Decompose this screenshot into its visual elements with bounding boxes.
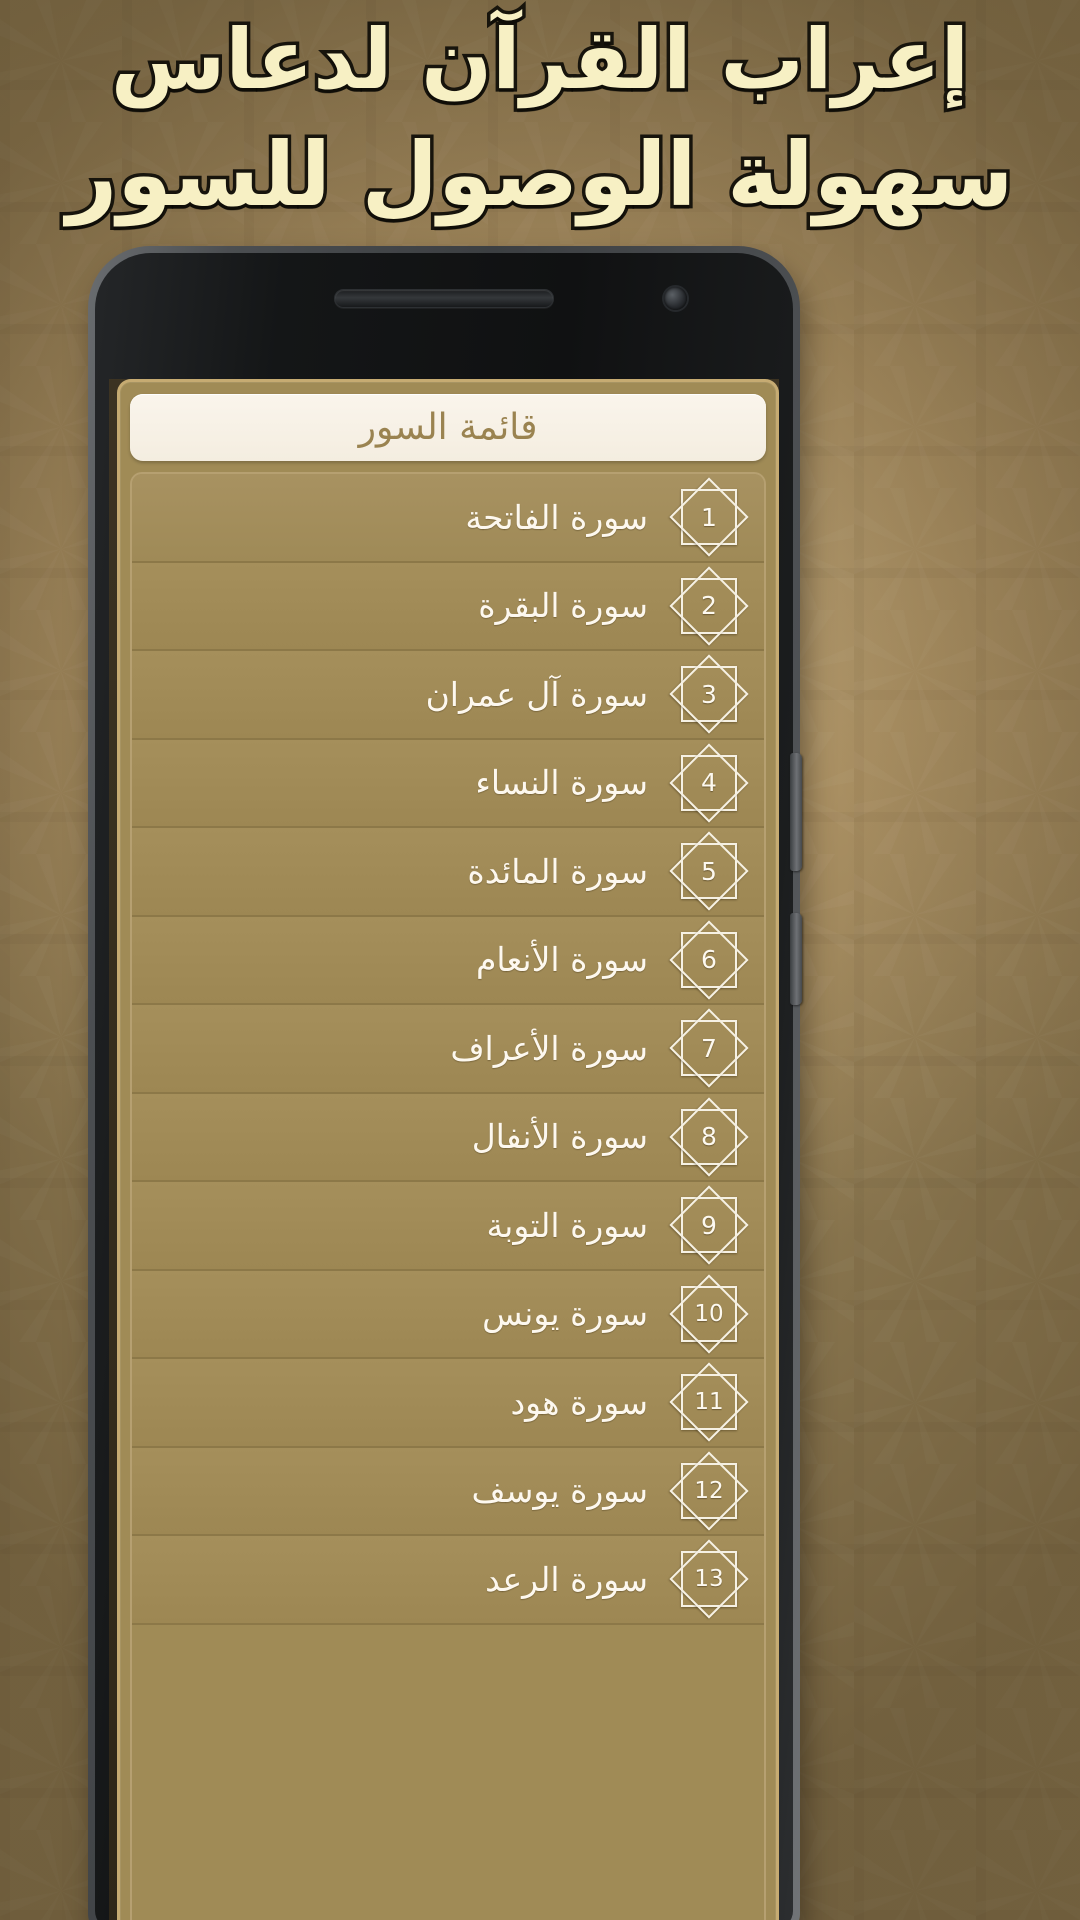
surah-list-item[interactable]: 12 سورة يوسف — [132, 1447, 764, 1536]
eight-point-star-icon: 4 — [669, 743, 749, 823]
eight-point-star-icon: 11 — [669, 1362, 749, 1442]
eight-point-star-icon: 13 — [669, 1539, 749, 1619]
eight-point-star-icon: 10 — [669, 1274, 749, 1354]
surah-list-item[interactable]: 4 سورة النساء — [132, 739, 764, 828]
earpiece-speaker-icon — [334, 289, 554, 308]
page-title: قائمة السور — [358, 407, 538, 448]
surah-number: 7 — [701, 1033, 717, 1063]
eight-point-star-icon: 5 — [669, 831, 749, 911]
phone-mockup: قائمة السور 1 سورة الفاتحة 2 سورة البقرة 3 سو… — [88, 246, 812, 1920]
surah-list-item[interactable]: 13 سورة الرعد — [132, 1536, 764, 1625]
surah-name: سورة النساء — [475, 763, 648, 803]
surah-list-item[interactable]: 1 سورة الفاتحة — [132, 474, 764, 563]
front-camera-icon — [664, 287, 687, 310]
eight-point-star-icon: 7 — [669, 1008, 749, 1088]
surah-number: 6 — [701, 945, 717, 975]
power-button[interactable] — [790, 913, 802, 1005]
headline-line-1: إعراب القرآن لدعاس — [107, 8, 973, 112]
surah-name: سورة يونس — [482, 1294, 648, 1334]
surah-number: 10 — [694, 1300, 724, 1327]
eight-point-star-icon: 1 — [669, 477, 749, 557]
surah-list-item[interactable]: 11 سورة هود — [132, 1359, 764, 1448]
surah-number: 11 — [694, 1389, 724, 1416]
surah-list-item[interactable]: 6 سورة الأنعام — [132, 916, 764, 1005]
surah-name: سورة آل عمران — [425, 674, 648, 714]
surah-number: 9 — [701, 1210, 717, 1240]
surah-name: سورة هود — [510, 1382, 648, 1422]
eight-point-star-icon: 9 — [669, 1185, 749, 1265]
eight-point-star-icon: 8 — [669, 1097, 749, 1177]
surah-name: سورة التوبة — [486, 1205, 648, 1245]
eight-point-star-icon: 3 — [669, 654, 749, 734]
surah-name: سورة الأنعام — [476, 940, 648, 980]
surah-number: 12 — [694, 1477, 724, 1504]
phone-body: قائمة السور 1 سورة الفاتحة 2 سورة البقرة 3 سو… — [95, 253, 802, 1920]
eight-point-star-icon: 12 — [669, 1451, 749, 1531]
surah-number: 8 — [701, 1122, 717, 1152]
promo-headline: إعراب القرآن لدعاس سهولة الوصول للسور — [0, 4, 1080, 234]
surah-list-item[interactable]: 7 سورة الأعراف — [132, 1005, 764, 1094]
surah-name: سورة البقرة — [478, 586, 648, 626]
surah-list-item[interactable]: 3 سورة آل عمران — [132, 651, 764, 740]
surah-number: 5 — [701, 856, 717, 886]
surah-list-item[interactable]: 2 سورة البقرة — [132, 562, 764, 651]
surah-name: سورة المائدة — [467, 851, 648, 891]
phone-outer-frame: قائمة السور 1 سورة الفاتحة 2 سورة البقرة 3 سو… — [88, 246, 802, 1920]
surah-list[interactable]: 1 سورة الفاتحة 2 سورة البقرة 3 سورة آل عمران 4… — [130, 472, 766, 1920]
phone-screen: قائمة السور 1 سورة الفاتحة 2 سورة البقرة 3 سو… — [109, 379, 779, 1920]
surah-name: سورة الأعراف — [450, 1028, 648, 1068]
surah-list-item[interactable]: 5 سورة المائدة — [132, 828, 764, 917]
surah-number: 4 — [701, 768, 717, 798]
surah-name: سورة الأنفال — [471, 1117, 648, 1157]
app-viewport: قائمة السور 1 سورة الفاتحة 2 سورة البقرة 3 سو… — [117, 379, 779, 1920]
surah-number: 1 — [701, 502, 717, 532]
eight-point-star-icon: 6 — [669, 920, 749, 1000]
surah-name: سورة الرعد — [485, 1559, 648, 1599]
surah-number: 3 — [701, 679, 717, 709]
promo-screenshot: إعراب القرآن لدعاس سهولة الوصول للسور قا… — [0, 0, 1080, 1920]
app-header: قائمة السور — [130, 394, 766, 461]
volume-rocker-button[interactable] — [790, 753, 802, 871]
eight-point-star-icon: 2 — [669, 566, 749, 646]
surah-name: سورة الفاتحة — [465, 497, 648, 537]
headline-line-2: سهولة الوصول للسور — [63, 120, 1018, 230]
surah-list-item[interactable]: 8 سورة الأنفال — [132, 1093, 764, 1182]
surah-number: 13 — [694, 1566, 724, 1593]
surah-name: سورة يوسف — [471, 1471, 648, 1511]
surah-number: 2 — [701, 591, 717, 621]
surah-list-item[interactable]: 9 سورة التوبة — [132, 1182, 764, 1271]
surah-list-item[interactable]: 10 سورة يونس — [132, 1270, 764, 1359]
